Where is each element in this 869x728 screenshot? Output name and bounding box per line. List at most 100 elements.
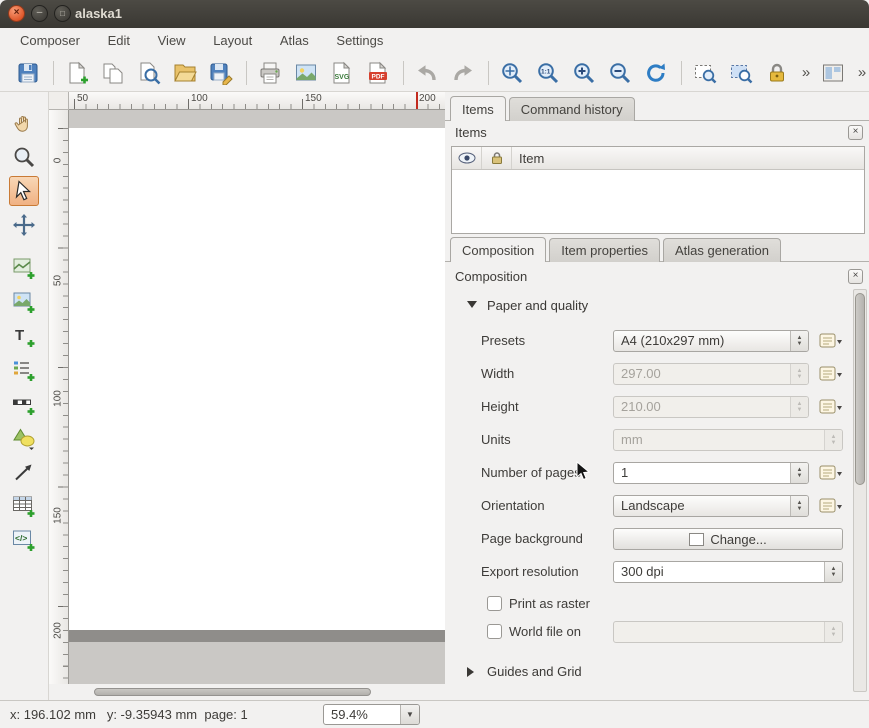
export-svg-button[interactable]: SVG xyxy=(328,59,356,87)
data-defined-button[interactable] xyxy=(819,365,845,383)
tab-items[interactable]: Items xyxy=(450,96,506,121)
toolbar-overflow-button[interactable]: » xyxy=(799,59,813,87)
tool-add-new-map[interactable] xyxy=(9,253,39,283)
items-table[interactable]: Item xyxy=(451,146,865,234)
zoom-to-selection-button[interactable] xyxy=(727,59,755,87)
menu-view[interactable]: View xyxy=(146,28,198,54)
section-guides-and-grid[interactable]: Guides and Grid xyxy=(451,662,845,682)
composer-manager-button[interactable] xyxy=(135,59,163,87)
horizontal-scrollbar-thumb[interactable] xyxy=(94,688,371,696)
tool-add-shape[interactable] xyxy=(9,423,39,453)
horizontal-scrollbar[interactable] xyxy=(49,684,445,700)
chevron-right-icon: » xyxy=(858,64,866,81)
chevron-updown-icon: ▲▼ xyxy=(790,331,808,351)
add-map-icon xyxy=(12,256,36,280)
composition-page[interactable] xyxy=(69,128,445,630)
zoom-1-1-button[interactable]: 1:1 xyxy=(534,59,562,87)
svg-text:</>: </> xyxy=(15,533,27,543)
close-composition-panel-button[interactable]: × xyxy=(848,269,863,284)
save-project-button[interactable] xyxy=(14,59,42,87)
menu-composer[interactable]: Composer xyxy=(8,28,92,54)
open-button[interactable] xyxy=(171,59,199,87)
number-of-pages-spinbox[interactable]: 1 ▲▼ xyxy=(613,462,809,484)
tool-zoom[interactable] xyxy=(9,142,39,172)
maximize-button[interactable]: □ xyxy=(54,5,71,22)
export-pdf-button[interactable]: PDF xyxy=(364,59,392,87)
spinner-arrows-icon: ▲▼ xyxy=(790,364,808,384)
close-items-panel-button[interactable]: × xyxy=(848,125,863,140)
new-composer-button[interactable] xyxy=(63,59,91,87)
ruler-ticks xyxy=(63,128,68,684)
mouse-position-marker xyxy=(416,92,418,109)
tool-add-label[interactable]: T xyxy=(9,321,39,351)
item-toolbar: T </> xyxy=(0,92,48,700)
redo-button[interactable] xyxy=(449,59,477,87)
tool-add-legend[interactable] xyxy=(9,355,39,385)
titlebar[interactable]: × – □ alaska1 xyxy=(0,0,869,29)
export-resolution-spinbox[interactable]: 300 dpi ▲▼ xyxy=(613,561,843,583)
zoom-out-icon xyxy=(608,61,632,85)
svg-text:1:1: 1:1 xyxy=(541,68,551,75)
presets-combo[interactable]: A4 (210x297 mm) ▲▼ xyxy=(613,330,809,352)
tool-add-attribute-table[interactable] xyxy=(9,491,39,521)
zoom-in-button[interactable] xyxy=(570,59,598,87)
close-button[interactable]: × xyxy=(8,5,25,22)
field-row-orientation: Orientation Landscape ▲▼ xyxy=(451,495,845,517)
duplicate-composer-button[interactable] xyxy=(99,59,127,87)
hand-icon xyxy=(12,111,36,135)
chevron-updown-icon: ▲▼ xyxy=(824,430,842,450)
minimize-button[interactable]: – xyxy=(31,5,48,22)
tool-add-html[interactable]: </> xyxy=(9,525,39,555)
tool-move-item-content[interactable] xyxy=(9,210,39,240)
menu-edit[interactable]: Edit xyxy=(96,28,142,54)
menu-atlas[interactable]: Atlas xyxy=(268,28,321,54)
right-panel: Items Command history Items × Item Compo… xyxy=(445,92,869,700)
tab-composition[interactable]: Composition xyxy=(450,237,546,262)
main-area: T </> 50 100 150 200 0 50 100 xyxy=(0,92,869,700)
panels-button[interactable] xyxy=(819,59,847,87)
toolbar-separator xyxy=(53,61,54,85)
lock-icon xyxy=(765,61,789,85)
tool-add-arrow[interactable] xyxy=(9,457,39,487)
print-button[interactable] xyxy=(256,59,284,87)
tool-select-move-item[interactable] xyxy=(9,176,39,206)
tool-add-image[interactable] xyxy=(9,287,39,317)
page-background-button[interactable]: Change... xyxy=(613,528,843,550)
tab-item-properties[interactable]: Item properties xyxy=(549,238,660,262)
vertical-scrollbar[interactable] xyxy=(853,289,867,692)
composition-panel: Composition × Paper and quality Presets … xyxy=(447,266,867,700)
tab-command-history[interactable]: Command history xyxy=(509,97,635,121)
lock-items-button[interactable] xyxy=(763,59,791,87)
section-paper-and-quality[interactable]: Paper and quality xyxy=(451,296,845,316)
data-defined-button[interactable] xyxy=(819,464,845,482)
refresh-button[interactable] xyxy=(642,59,670,87)
composer-window: × – □ alaska1 Composer Edit View Layout … xyxy=(0,0,869,728)
tool-add-scalebar[interactable] xyxy=(9,389,39,419)
vertical-scrollbar-thumb[interactable] xyxy=(855,293,865,485)
zoom-level-combo[interactable]: 59.4% ▼ xyxy=(323,704,420,725)
zoom-actual-size-icon: 1:1 xyxy=(536,61,560,85)
items-panel-title: Items xyxy=(455,124,487,142)
world-file-on-checkbox[interactable] xyxy=(487,624,502,639)
zoom-full-button[interactable] xyxy=(498,59,526,87)
undo-button[interactable] xyxy=(413,59,441,87)
zoom-out-button[interactable] xyxy=(606,59,634,87)
menu-settings[interactable]: Settings xyxy=(324,28,395,54)
data-defined-button[interactable] xyxy=(819,398,845,416)
menu-layout[interactable]: Layout xyxy=(201,28,264,54)
height-spinbox: 210.00 ▲▼ xyxy=(613,396,809,418)
save-as-template-button[interactable] xyxy=(207,59,235,87)
data-defined-button[interactable] xyxy=(819,497,845,515)
tab-atlas-generation[interactable]: Atlas generation xyxy=(663,238,781,262)
tool-pan[interactable] xyxy=(9,108,39,138)
orientation-combo[interactable]: Landscape ▲▼ xyxy=(613,495,809,517)
toolbar-overflow-button-2[interactable]: » xyxy=(855,59,869,87)
ruler-label: 50 xyxy=(53,268,64,294)
data-defined-button[interactable] xyxy=(819,332,845,350)
composition-viewport[interactable] xyxy=(69,110,445,684)
print-as-raster-checkbox[interactable] xyxy=(487,596,502,611)
svg-file-icon: SVG xyxy=(330,61,354,85)
combo-value: mm xyxy=(621,430,643,450)
zoom-to-region-button[interactable] xyxy=(691,59,719,87)
export-image-button[interactable] xyxy=(292,59,320,87)
